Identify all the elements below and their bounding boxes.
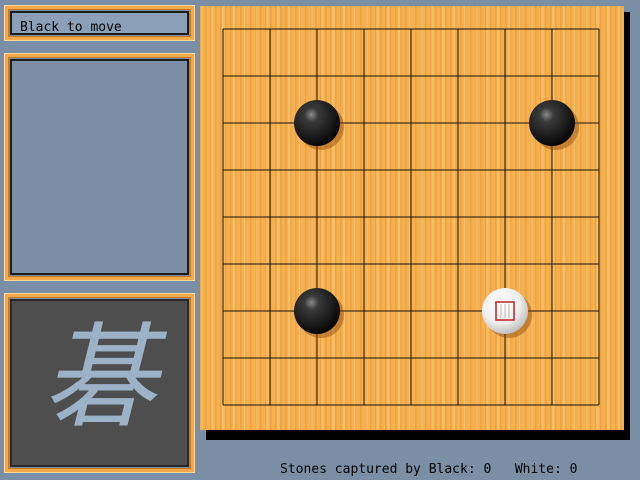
go-kanji-glyph: 碁 xyxy=(42,311,168,444)
go-board[interactable] xyxy=(200,6,624,430)
black-stone-body xyxy=(529,100,575,146)
black-stone xyxy=(529,100,579,150)
logo-panel: 碁 xyxy=(5,294,194,472)
black-stone xyxy=(294,100,344,150)
info-panel xyxy=(5,54,194,280)
captured-by-white-label: White: xyxy=(514,462,562,477)
logo-panel-inner: 碁 xyxy=(10,299,189,467)
black-stone xyxy=(294,288,344,338)
captured-by-white-count: 0 xyxy=(569,462,578,477)
board-container xyxy=(200,6,630,440)
black-stone-body xyxy=(294,288,340,334)
turn-status-text: Black to move xyxy=(20,20,122,35)
white-stone xyxy=(482,288,532,338)
status-panel: Black to move xyxy=(5,6,194,40)
captured-by-black-label: Stones captured by Black: xyxy=(280,462,476,477)
captured-stones-line: Stones captured by Black: 0 White: 0 xyxy=(280,462,577,477)
go-kanji-logo: 碁 xyxy=(42,311,168,444)
board-grid[interactable] xyxy=(200,6,624,430)
info-panel-inner xyxy=(10,59,189,275)
black-stone-body xyxy=(294,100,340,146)
status-panel-inner: Black to move xyxy=(10,11,189,35)
